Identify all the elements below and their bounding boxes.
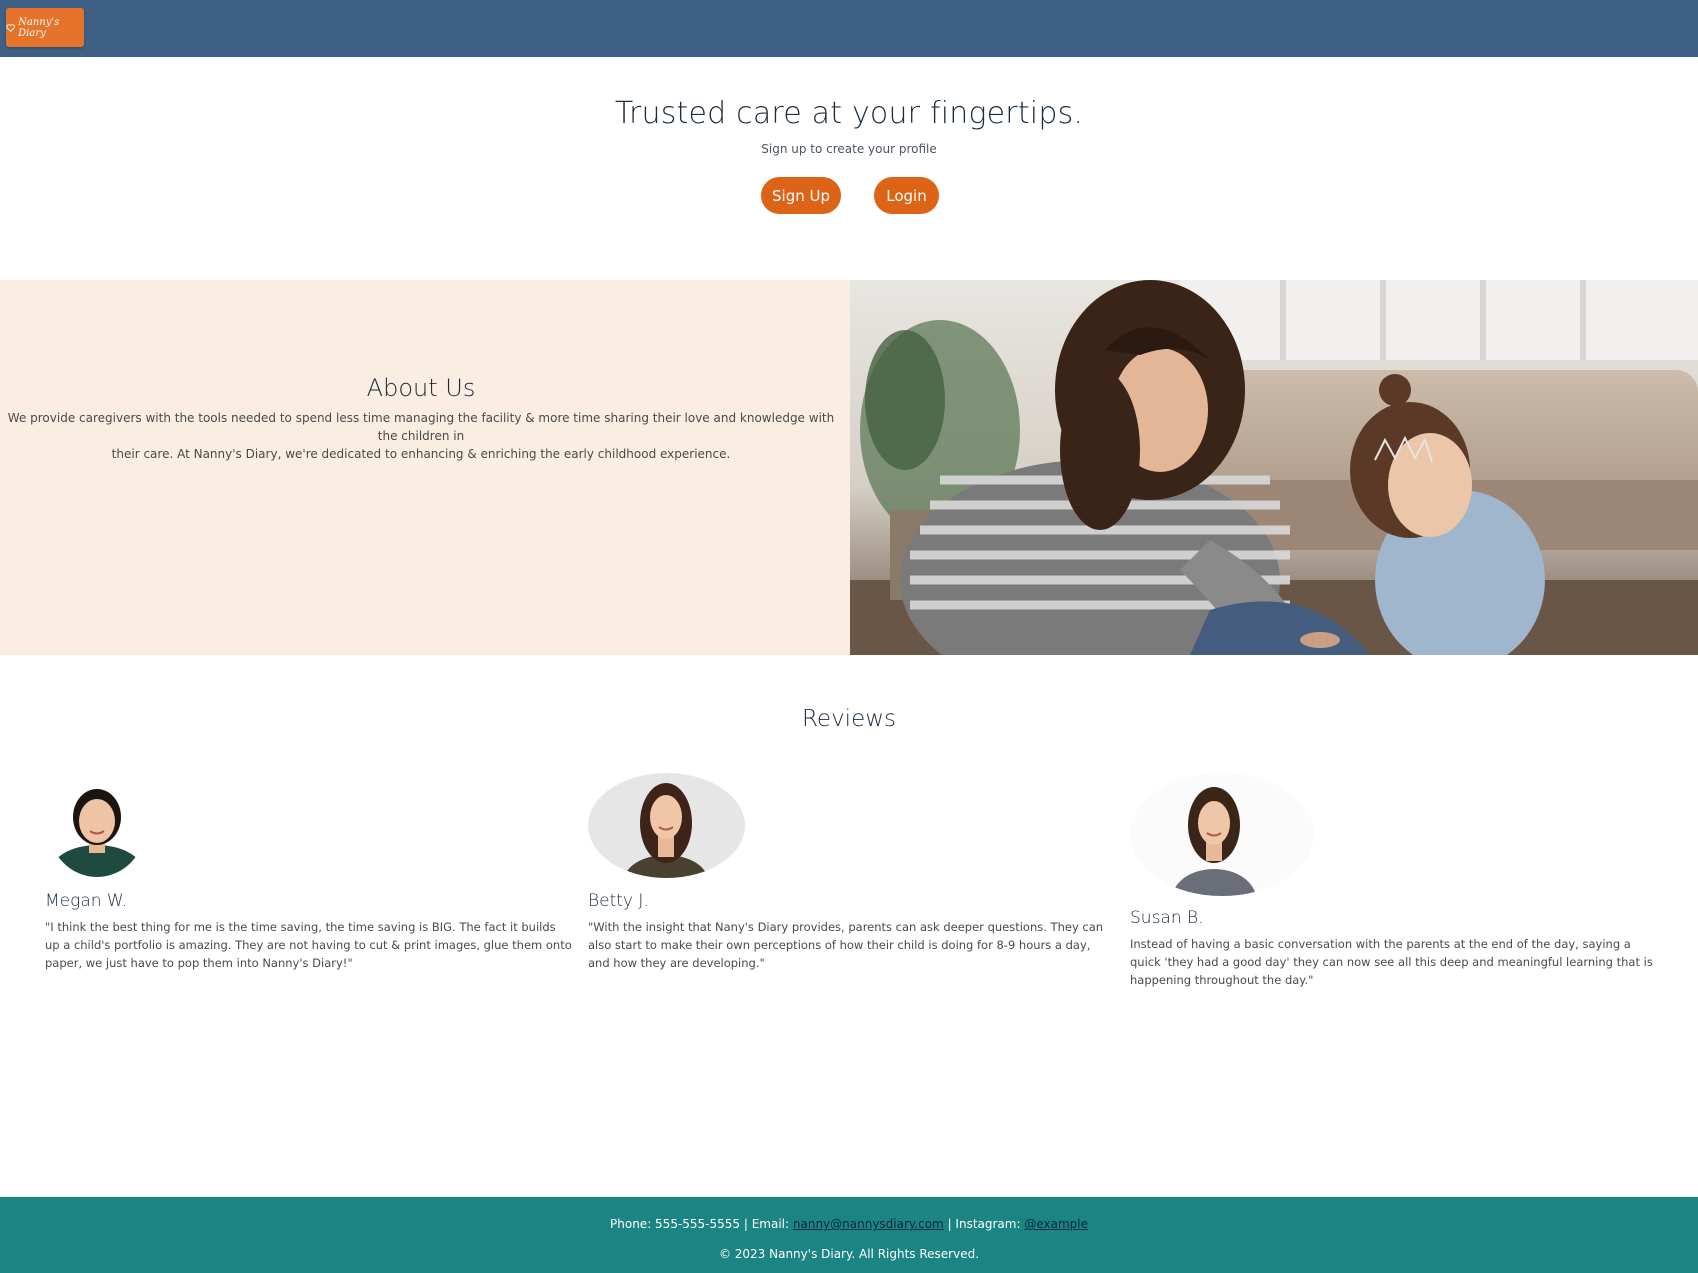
avatar [588, 773, 745, 878]
footer-email-link[interactable]: nanny@nannysdiary.com [793, 1217, 944, 1231]
hero-section: Trusted care at your fingertips. Sign up… [0, 57, 1698, 280]
reviewer-photo-betty [588, 773, 745, 878]
reviewer-name: Susan B. [1130, 908, 1204, 928]
caregiver-child-photo [850, 280, 1698, 655]
about-description: We provide caregivers with the tools nee… [0, 409, 842, 463]
reviewer-name: Betty J. [588, 891, 649, 911]
login-button[interactable]: Login [874, 177, 939, 214]
about-text-line1: We provide caregivers with the tools nee… [7, 411, 835, 443]
review-quote: "With the insight that Nany's Diary prov… [588, 920, 1104, 970]
heart-icon [6, 23, 15, 32]
sign-up-button[interactable]: Sign Up [761, 177, 841, 214]
reviewer-photo-megan [48, 773, 146, 877]
about-section: About Us We provide caregivers with the … [0, 280, 1698, 655]
about-text-line2: their care. At Nanny's Diary, we're dedi… [111, 447, 731, 461]
footer-instagram-link[interactable]: @example [1024, 1217, 1088, 1231]
footer: Phone: 555-555-5555 | Email: nanny@nanny… [0, 1197, 1698, 1273]
brand-logo-button[interactable]: Nanny's Diary [6, 8, 84, 47]
footer-contact: Phone: 555-555-5555 | Email: nanny@nanny… [0, 1217, 1698, 1231]
avatar [48, 773, 146, 877]
hero-title: Trusted care at your fingertips. [614, 96, 1084, 131]
footer-copyright: © 2023 Nanny's Diary. All Rights Reserve… [718, 1247, 980, 1261]
brand-label: Nanny's Diary [18, 16, 60, 39]
about-title: About Us [366, 374, 476, 402]
footer-phone-label: Phone: 555-555-5555 | Email: [610, 1217, 793, 1231]
top-navbar: Nanny's Diary [0, 0, 1698, 57]
avatar [1130, 773, 1314, 896]
footer-instagram-label: | Instagram: [943, 1217, 1025, 1231]
review-quote: "I think the best thing for me is the ti… [45, 920, 572, 970]
reviewer-photo-susan [1130, 773, 1314, 896]
about-text-panel: About Us We provide caregivers with the … [0, 280, 850, 655]
review-quote: Instead of having a basic conversation w… [1130, 937, 1653, 987]
about-photo [850, 280, 1698, 655]
reviewer-name: Megan W. [45, 891, 128, 911]
reviews-title: Reviews [801, 706, 897, 732]
hero-subtitle: Sign up to create your profile [761, 142, 937, 156]
